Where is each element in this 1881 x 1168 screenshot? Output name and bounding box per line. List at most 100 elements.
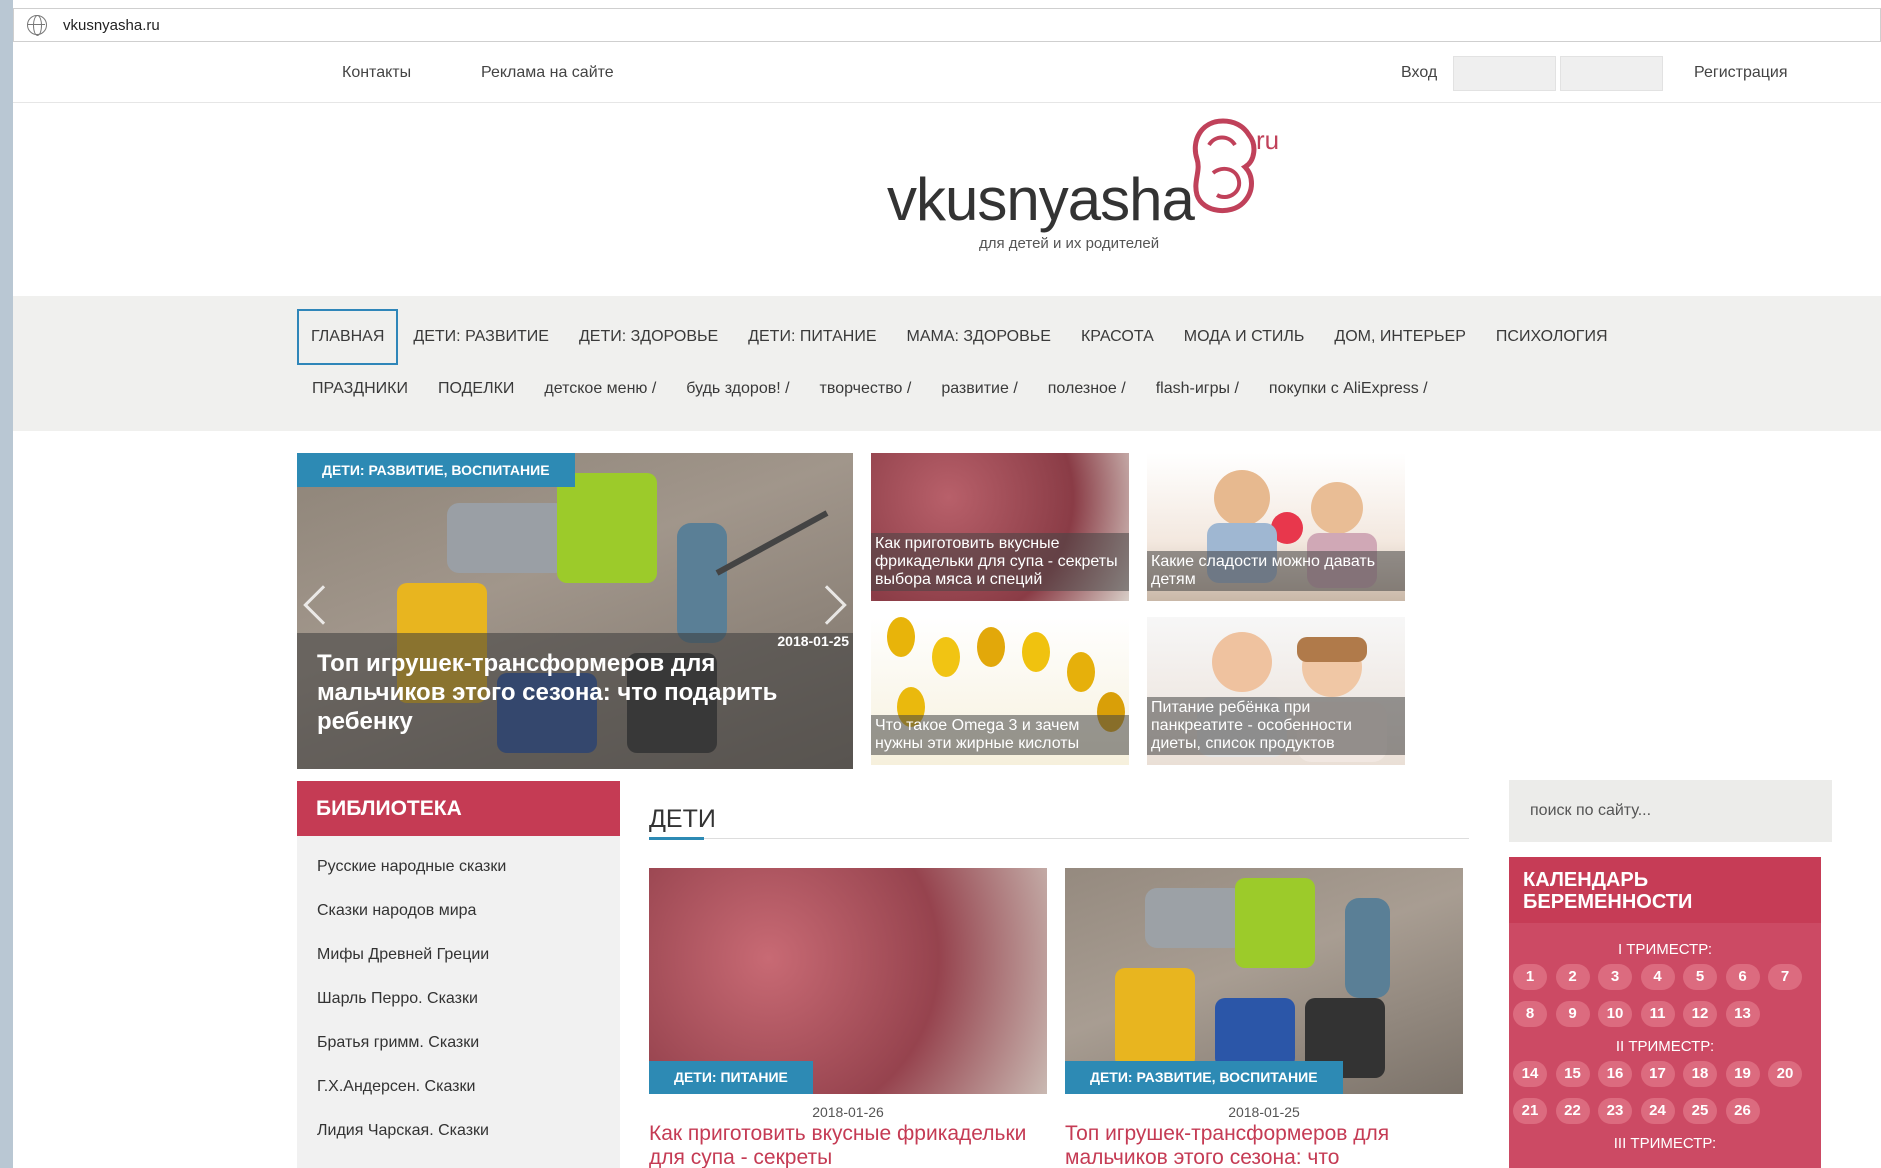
- calendar-week-21[interactable]: 21: [1513, 1098, 1547, 1124]
- calendar-week-9[interactable]: 9: [1555, 1001, 1590, 1027]
- thumb-caption[interactable]: Какие сладости можно давать детям: [1147, 551, 1405, 591]
- calendar-week-17[interactable]: 17: [1640, 1061, 1675, 1087]
- calendar-week-3[interactable]: 3: [1598, 964, 1632, 990]
- calendar-week-16[interactable]: 16: [1598, 1061, 1632, 1087]
- card-date: 2018-01-26: [812, 1104, 884, 1120]
- card-title[interactable]: Как приготовить вкусные фрикадельки для …: [649, 1122, 1047, 1168]
- calendar-week-14[interactable]: 14: [1513, 1061, 1547, 1087]
- card-title[interactable]: Топ игрушек-трансформеров для мальчиков …: [1065, 1122, 1463, 1168]
- calendar-week-19[interactable]: 19: [1725, 1061, 1760, 1087]
- logo-tagline: для детей и их родителей: [979, 235, 1160, 252]
- contacts-link[interactable]: Контакты: [342, 64, 411, 82]
- address-bar[interactable]: vkusnyasha.ru: [13, 8, 1881, 42]
- calendar-week-10[interactable]: 10: [1598, 1001, 1632, 1027]
- library-item[interactable]: Лидия Чарская. Сказки: [317, 1122, 489, 1140]
- calendar-week-7[interactable]: 7: [1768, 964, 1802, 990]
- trimester-2-label: II ТРИМЕСТР:: [1615, 1038, 1715, 1055]
- card-category-badge[interactable]: ДЕТИ: РАЗВИТИЕ, ВОСПИТАНИЕ: [1065, 1061, 1343, 1094]
- hero-slider[interactable]: ДЕТИ: РАЗВИТИЕ, ВОСПИТАНИЕ 2018-01-25 То…: [297, 453, 853, 769]
- login-label: Вход: [1401, 64, 1438, 81]
- register-link[interactable]: Регистрация: [1694, 64, 1788, 82]
- calendar-week-1[interactable]: 1: [1513, 964, 1547, 990]
- library-item[interactable]: Братья гримм. Сказки: [317, 1034, 479, 1052]
- nav-item-kids-development[interactable]: ДЕТИ: РАЗВИТИЕ: [398, 309, 564, 365]
- nav-item-development[interactable]: развитие /: [926, 374, 1032, 404]
- nav-item-kids-health[interactable]: ДЕТИ: ЗДОРОВЬЕ: [564, 309, 733, 365]
- nav-row-secondary: ПРАЗДНИКИ ПОДЕЛКИ детское меню / будь зд…: [297, 374, 1443, 404]
- calendar-week-18[interactable]: 18: [1683, 1061, 1717, 1087]
- calendar-week-13[interactable]: 13: [1725, 1001, 1760, 1027]
- hero-category-badge[interactable]: ДЕТИ: РАЗВИТИЕ, ВОСПИТАНИЕ: [297, 453, 575, 487]
- nav-item-be-healthy[interactable]: будь здоров! /: [671, 374, 804, 404]
- section-accent-line: [649, 837, 704, 840]
- nav-item-kids-nutrition[interactable]: ДЕТИ: ПИТАНИЕ: [733, 309, 891, 365]
- globe-icon: [27, 15, 47, 36]
- thumb-omega[interactable]: Что такое Omega 3 и зачем нужны эти жирн…: [871, 617, 1129, 765]
- library-item[interactable]: Г.Х.Андерсен. Сказки: [317, 1078, 475, 1096]
- calendar-week-6[interactable]: 6: [1725, 964, 1760, 990]
- card-image[interactable]: ДЕТИ: ПИТАНИЕ: [649, 868, 1047, 1094]
- logo-wordmark: vkusnyasha: [887, 166, 1195, 233]
- thumb-caption[interactable]: Питание ребёнка при панкреатите - особен…: [1147, 697, 1405, 755]
- nav-item-psychology[interactable]: ПСИХОЛОГИЯ: [1481, 309, 1623, 365]
- logo-tld: ru: [1256, 125, 1280, 155]
- library-item[interactable]: Шарль Перро. Сказки: [317, 990, 478, 1008]
- calendar-week-24[interactable]: 24: [1640, 1098, 1675, 1124]
- calendar-week-11[interactable]: 11: [1640, 1001, 1675, 1027]
- top-bar: Контакты Реклама на сайте Вход Регистрац…: [13, 46, 1881, 103]
- library-item[interactable]: Мифы Древней Греции: [317, 946, 489, 964]
- address-url[interactable]: vkusnyasha.ru: [63, 17, 160, 34]
- calendar-week-4[interactable]: 4: [1640, 964, 1675, 990]
- hero-date: 2018-01-25: [777, 633, 849, 649]
- thumb-pancreatitis[interactable]: Питание ребёнка при панкреатите - особен…: [1147, 617, 1405, 765]
- library-item[interactable]: Русские народные сказки: [317, 858, 506, 876]
- nav-item-crafts[interactable]: ПОДЕЛКИ: [423, 374, 529, 404]
- nav-item-holidays[interactable]: ПРАЗДНИКИ: [297, 374, 423, 404]
- calendar-title-line2: БЕРЕМЕННОСТИ: [1523, 891, 1693, 913]
- calendar-title-line1: КАЛЕНДАРЬ: [1523, 869, 1649, 891]
- hero-title[interactable]: Топ игрушек-трансформеров для мальчиков …: [317, 649, 817, 736]
- nav-item-useful[interactable]: полезное /: [1033, 374, 1141, 404]
- library-list: Русские народные сказки Сказки народов м…: [297, 836, 620, 1168]
- section-divider: [649, 838, 1469, 839]
- site-logo[interactable]: vkusnyasha ru для детей и их родителей: [873, 115, 1293, 265]
- thumb-meatballs[interactable]: Как приготовить вкусные фрикадельки для …: [871, 453, 1129, 601]
- nav-item-home[interactable]: ГЛАВНАЯ: [297, 309, 399, 365]
- library-item[interactable]: Сказки народов мира: [317, 902, 476, 920]
- logo-mother-child-icon: [1192, 118, 1257, 214]
- calendar-week-22[interactable]: 22: [1555, 1098, 1590, 1124]
- password-field[interactable]: [1560, 56, 1663, 91]
- nav-item-beauty[interactable]: КРАСОТА: [1066, 309, 1169, 365]
- main-nav: ГЛАВНАЯ ДЕТИ: РАЗВИТИЕ ДЕТИ: ЗДОРОВЬЕ ДЕ…: [13, 296, 1881, 431]
- ads-link[interactable]: Реклама на сайте: [481, 64, 614, 82]
- thumb-sweets[interactable]: Какие сладости можно давать детям: [1147, 453, 1405, 601]
- nav-item-fashion[interactable]: МОДА И СТИЛЬ: [1169, 309, 1320, 365]
- calendar-week-2[interactable]: 2: [1555, 964, 1590, 990]
- nav-item-flash-games[interactable]: flash-игры /: [1141, 374, 1254, 404]
- calendar-week-8[interactable]: 8: [1513, 1001, 1547, 1027]
- card-date: 2018-01-25: [1228, 1104, 1300, 1120]
- calendar-week-5[interactable]: 5: [1683, 964, 1717, 990]
- calendar-week-12[interactable]: 12: [1683, 1001, 1717, 1027]
- calendar-week-26[interactable]: 26: [1725, 1098, 1760, 1124]
- calendar-week-25[interactable]: 25: [1683, 1098, 1717, 1124]
- nav-row-primary: ГЛАВНАЯ ДЕТИ: РАЗВИТИЕ ДЕТИ: ЗДОРОВЬЕ ДЕ…: [297, 309, 1623, 365]
- card-image[interactable]: ДЕТИ: РАЗВИТИЕ, ВОСПИТАНИЕ: [1065, 868, 1463, 1094]
- nav-item-creativity[interactable]: творчество /: [805, 374, 927, 404]
- section-title: ДЕТИ: [649, 805, 716, 833]
- thumb-caption[interactable]: Что такое Omega 3 и зачем нужны эти жирн…: [871, 715, 1129, 755]
- nav-item-home-interior[interactable]: ДОМ, ИНТЕРЬЕР: [1319, 309, 1481, 365]
- calendar-week-20[interactable]: 20: [1768, 1061, 1802, 1087]
- search-input[interactable]: поиск по сайту...: [1509, 780, 1832, 842]
- nav-item-kids-menu[interactable]: детское меню /: [529, 374, 671, 404]
- thumb-caption[interactable]: Как приготовить вкусные фрикадельки для …: [871, 533, 1129, 591]
- card-category-badge[interactable]: ДЕТИ: ПИТАНИЕ: [649, 1061, 813, 1094]
- library-title: БИБЛИОТЕКА: [297, 781, 620, 836]
- nav-item-mom-health[interactable]: МАМА: ЗДОРОВЬЕ: [891, 309, 1065, 365]
- trimester-3-label: III ТРИМЕСТР:: [1613, 1135, 1717, 1152]
- calendar-week-15[interactable]: 15: [1555, 1061, 1590, 1087]
- nav-item-aliexpress[interactable]: покупки с AliExpress /: [1254, 374, 1443, 404]
- calendar-week-23[interactable]: 23: [1598, 1098, 1632, 1124]
- login-field[interactable]: [1453, 56, 1556, 91]
- browser-window: vkusnyasha.ru Контакты Реклама на сайте …: [13, 0, 1881, 1168]
